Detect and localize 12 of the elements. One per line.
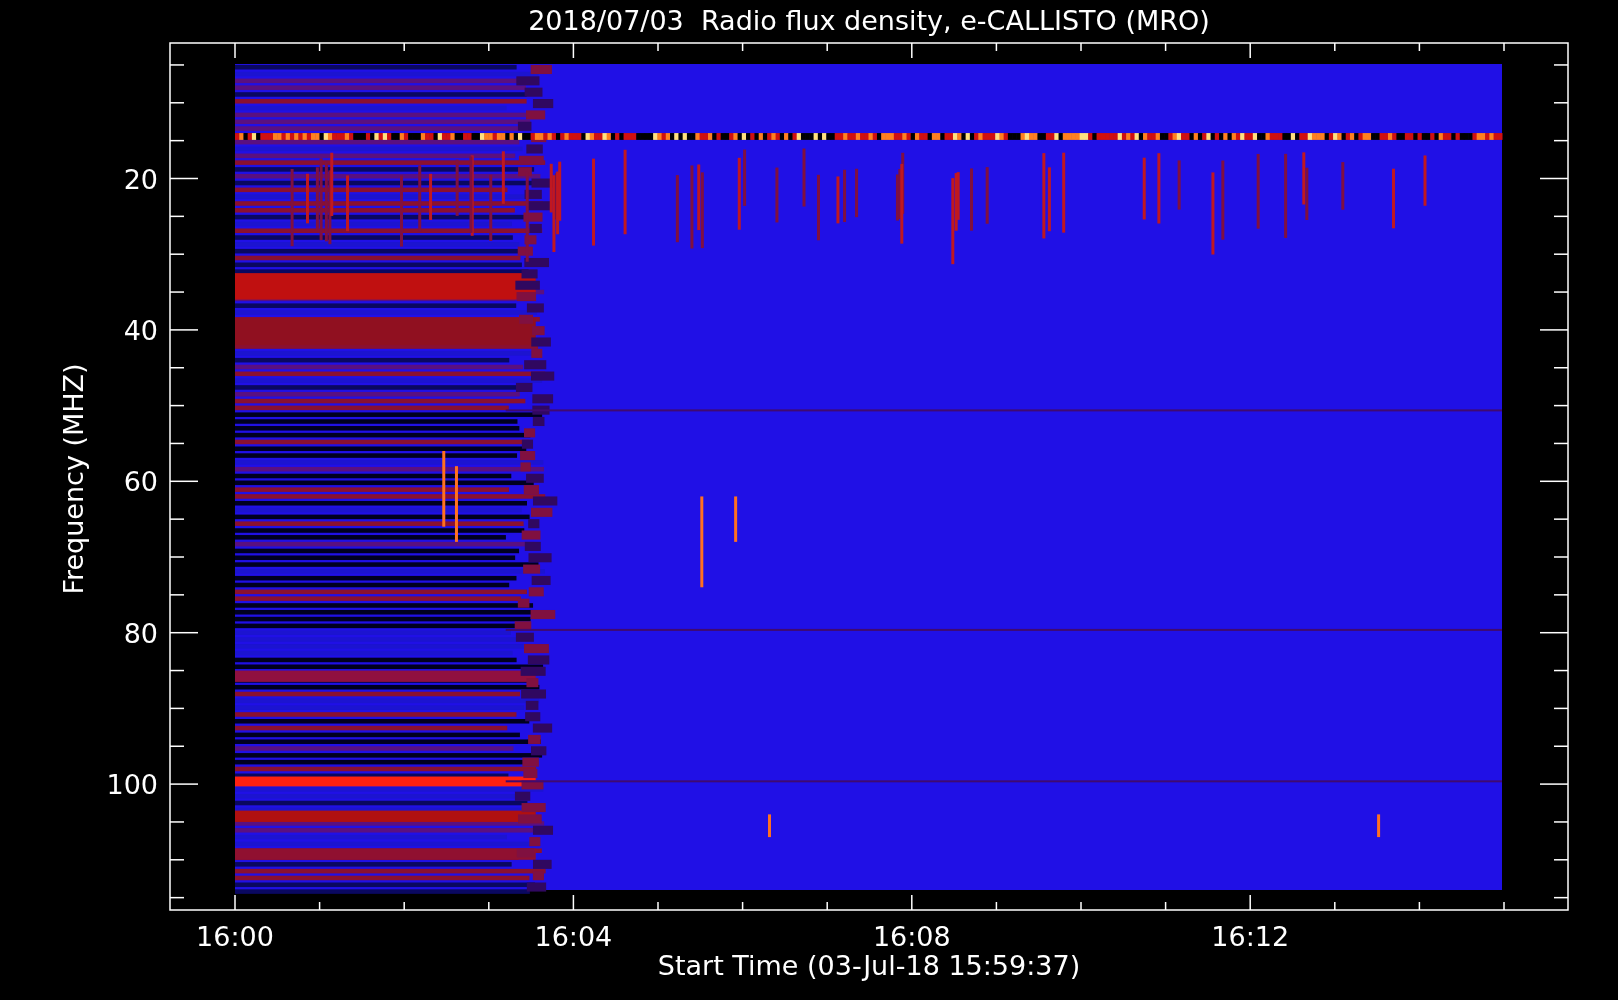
tick-label: 80 (123, 617, 158, 649)
tick-label: 16:00 (196, 921, 274, 952)
tick-label: 20 (123, 163, 158, 195)
tick-label: 16:04 (534, 921, 613, 952)
plot-title: 2018/07/03 Radio flux density, e-CALLISTO (MRO) (528, 5, 1210, 36)
axis-label: Frequency (MHZ) (58, 363, 89, 595)
tick-label: 100 (106, 769, 158, 801)
tick-label: 40 (123, 314, 158, 346)
tick-label: 60 (123, 466, 158, 498)
tick-label: 16:12 (1211, 921, 1290, 952)
tick-label: 16:08 (872, 921, 951, 952)
axis-label: Start Time (03-Jul-18 15:59:37) (657, 950, 1081, 981)
